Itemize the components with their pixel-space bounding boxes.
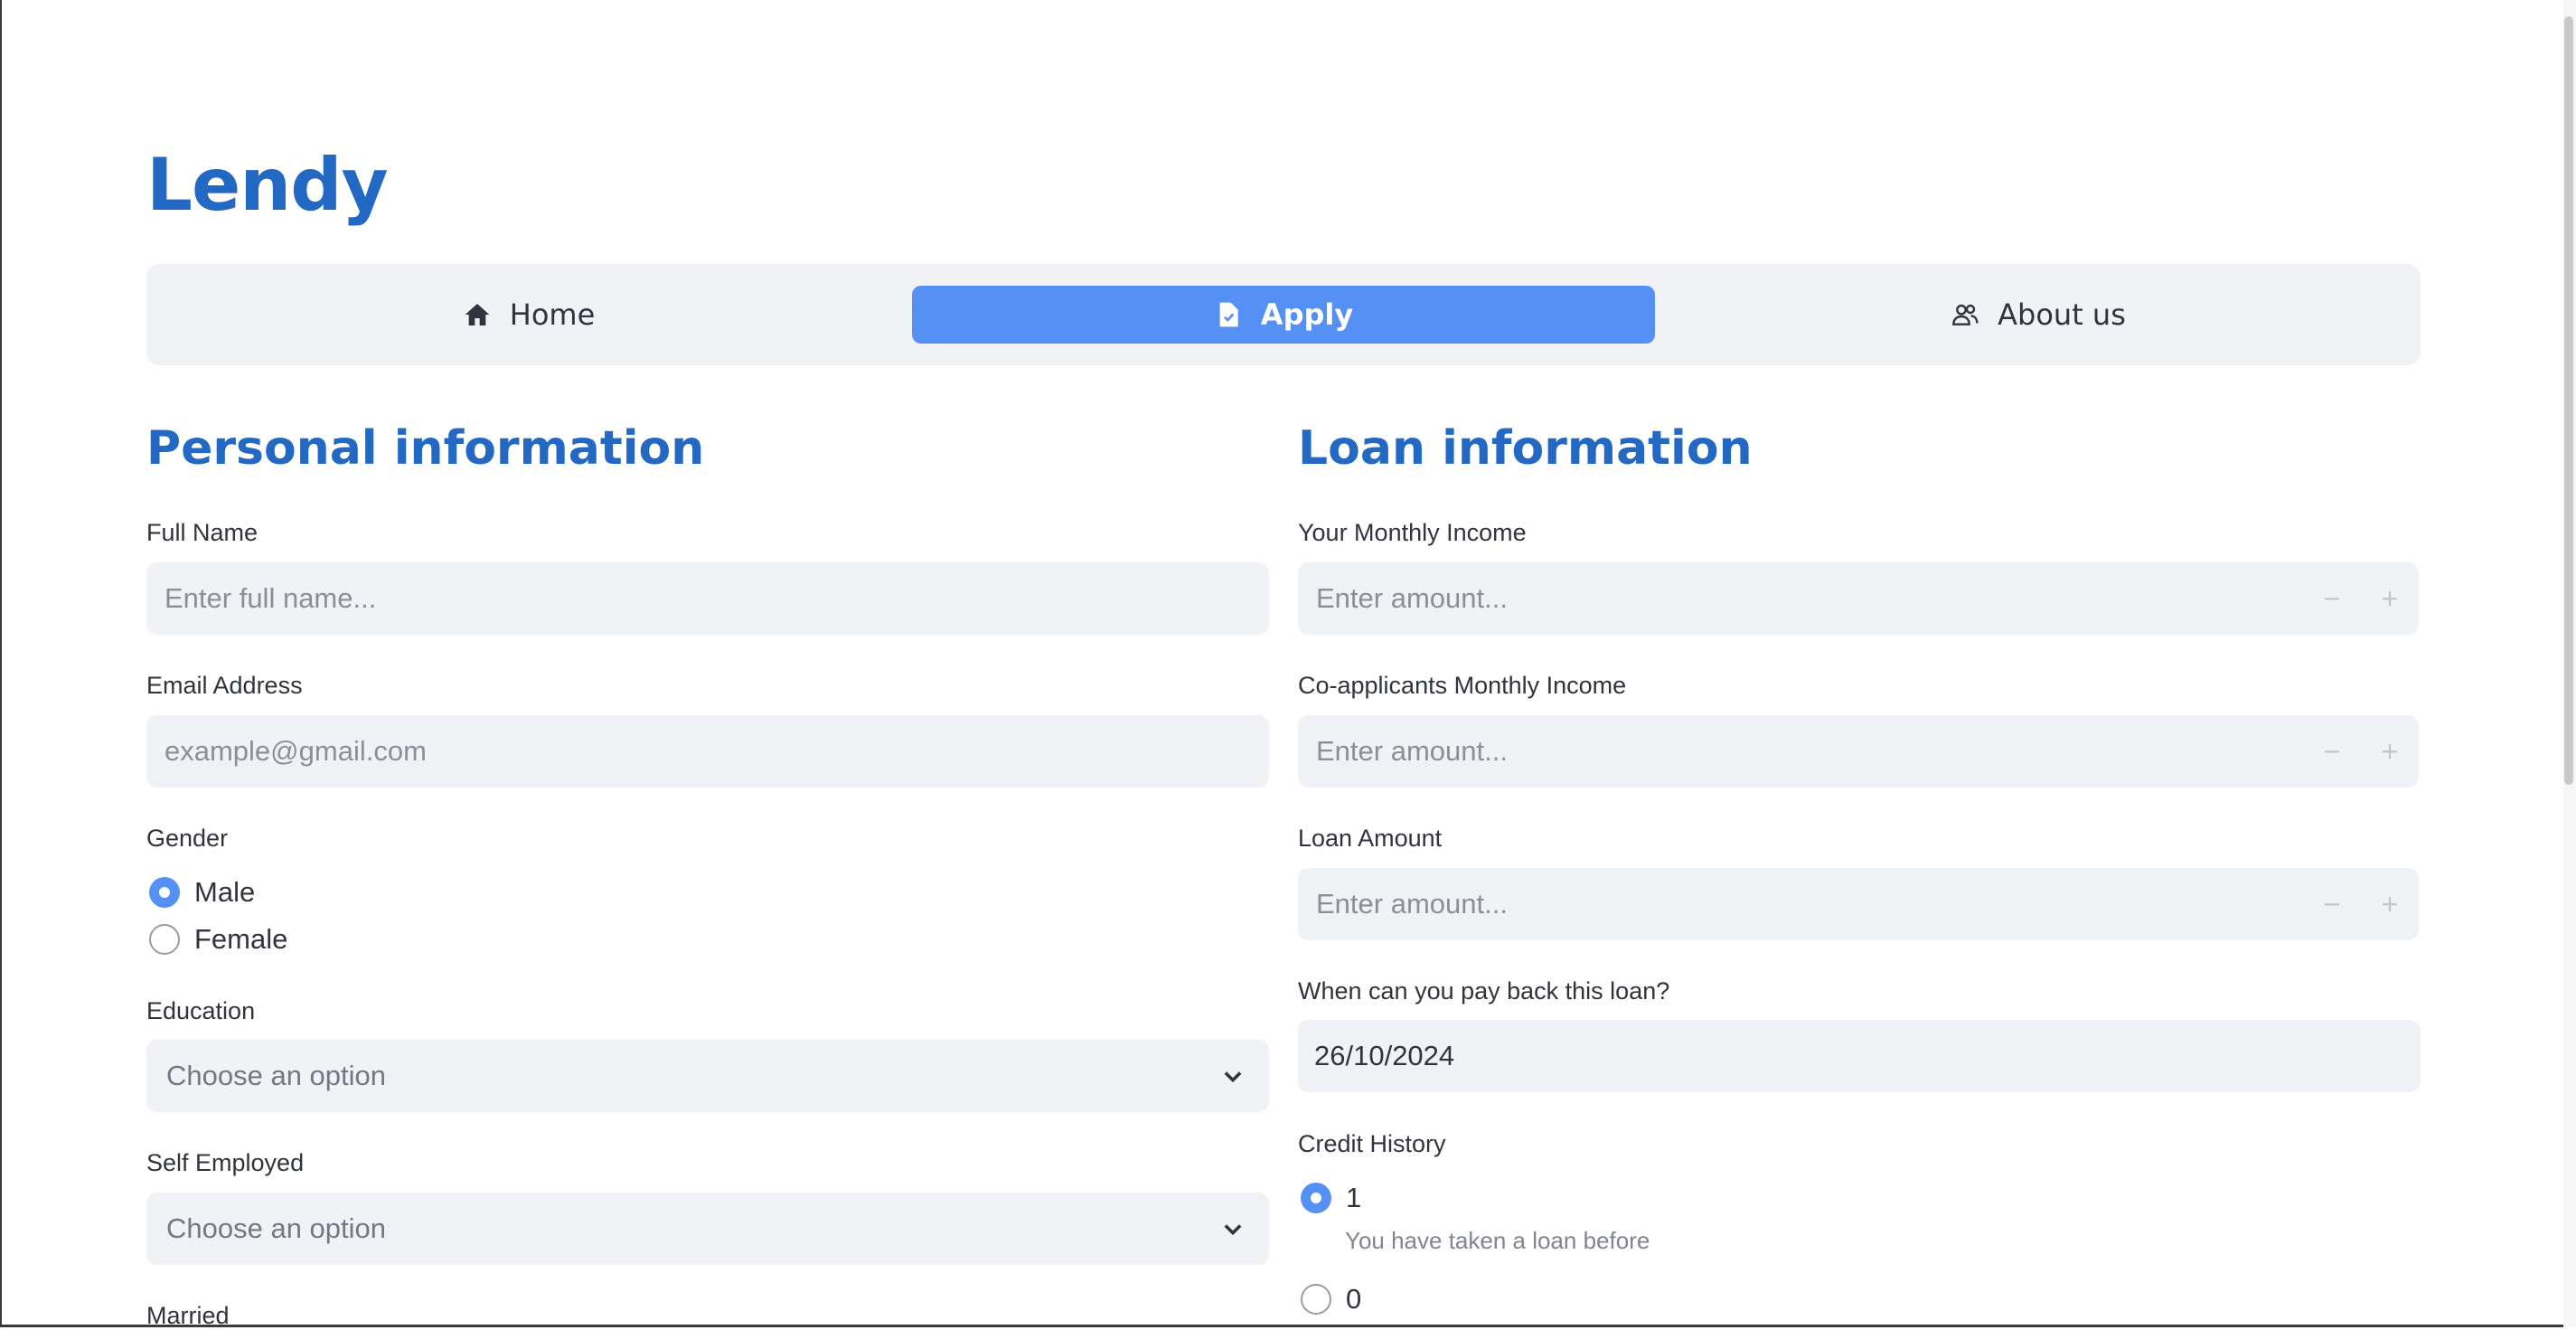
radio-selected-icon xyxy=(1301,1183,1331,1213)
credit-history-label: Credit History xyxy=(1298,1130,1446,1157)
people-icon xyxy=(1952,304,1979,325)
file-check-icon xyxy=(1219,302,1238,327)
full-name-label: Full Name xyxy=(146,519,259,546)
nav-item-about[interactable]: About us xyxy=(1678,286,2399,344)
gender-label: Gender xyxy=(146,825,229,852)
coapplicant-income-input[interactable] xyxy=(1314,734,2292,769)
payback-date-input[interactable]: 26/10/2024 xyxy=(1298,1020,2421,1092)
nav-item-label: About us xyxy=(1998,297,2126,332)
monthly-income-input[interactable] xyxy=(1314,581,2292,616)
decrement-button[interactable]: − xyxy=(2303,868,2361,940)
email-input[interactable] xyxy=(163,734,1269,769)
monthly-income-field: − + xyxy=(1298,562,2419,635)
self-employed-select-value: Choose an option xyxy=(166,1212,387,1244)
loan-amount-field: − + xyxy=(1298,868,2419,940)
nav-item-apply[interactable]: Apply xyxy=(912,286,1655,344)
nav-bar: Home Apply About us xyxy=(146,264,2421,365)
decrement-button[interactable]: − xyxy=(2303,562,2361,635)
loan-info-title: Loan information xyxy=(1298,421,1753,476)
radio-label: 0 xyxy=(1346,1283,1362,1315)
house-icon xyxy=(465,304,490,325)
education-select[interactable]: Choose an option xyxy=(146,1040,1269,1112)
credit-history-radio-1[interactable]: 1 xyxy=(1301,1182,1361,1214)
increment-button[interactable]: + xyxy=(2361,715,2419,788)
gender-radio-female[interactable]: Female xyxy=(149,923,287,956)
scrollbar-track[interactable] xyxy=(2563,0,2576,1327)
education-select-value: Choose an option xyxy=(166,1060,387,1091)
radio-label: Female xyxy=(194,923,288,955)
payback-date-label: When can you pay back this loan? xyxy=(1298,977,1670,1005)
married-label: Married xyxy=(146,1302,230,1329)
self-employed-select[interactable]: Choose an option xyxy=(146,1193,1269,1265)
credit-history-radio-0[interactable]: 0 xyxy=(1301,1283,1361,1316)
education-label: Education xyxy=(146,997,256,1024)
loan-amount-input[interactable] xyxy=(1314,887,2292,921)
coapplicant-income-field: − + xyxy=(1298,715,2419,788)
radio-unselected-icon xyxy=(1301,1284,1331,1315)
decrement-button[interactable]: − xyxy=(2303,715,2361,788)
payback-date-value: 26/10/2024 xyxy=(1314,1040,1455,1071)
monthly-income-label: Your Monthly Income xyxy=(1298,519,1527,546)
chevron-down-icon xyxy=(1224,1071,1242,1083)
credit-history-help: You have taken a loan before xyxy=(1345,1227,1650,1254)
personal-info-title: Personal information xyxy=(146,421,705,476)
full-name-input[interactable] xyxy=(163,581,1269,616)
full-name-field xyxy=(146,562,1269,635)
email-field xyxy=(146,715,1269,788)
nav-item-label: Home xyxy=(509,297,596,332)
loan-amount-label: Loan Amount xyxy=(1298,825,1443,852)
increment-button[interactable]: + xyxy=(2361,562,2419,635)
email-label: Email Address xyxy=(146,672,303,699)
radio-unselected-icon xyxy=(149,924,180,955)
radio-selected-icon xyxy=(149,877,180,908)
window-frame-left xyxy=(0,0,2,1327)
self-employed-label: Self Employed xyxy=(146,1149,305,1176)
coapplicant-income-label: Co-applicants Monthly Income xyxy=(1298,672,1627,699)
radio-label: Male xyxy=(194,876,256,908)
nav-item-label: Apply xyxy=(1260,297,1354,332)
scrollbar-thumb[interactable] xyxy=(2564,16,2573,785)
app-title: Lendy xyxy=(146,143,389,227)
gender-radio-male[interactable]: Male xyxy=(149,876,255,909)
increment-button[interactable]: + xyxy=(2361,868,2419,940)
radio-label: 1 xyxy=(1346,1182,1362,1213)
chevron-down-icon xyxy=(1224,1224,1242,1236)
nav-item-home[interactable]: Home xyxy=(168,286,889,344)
